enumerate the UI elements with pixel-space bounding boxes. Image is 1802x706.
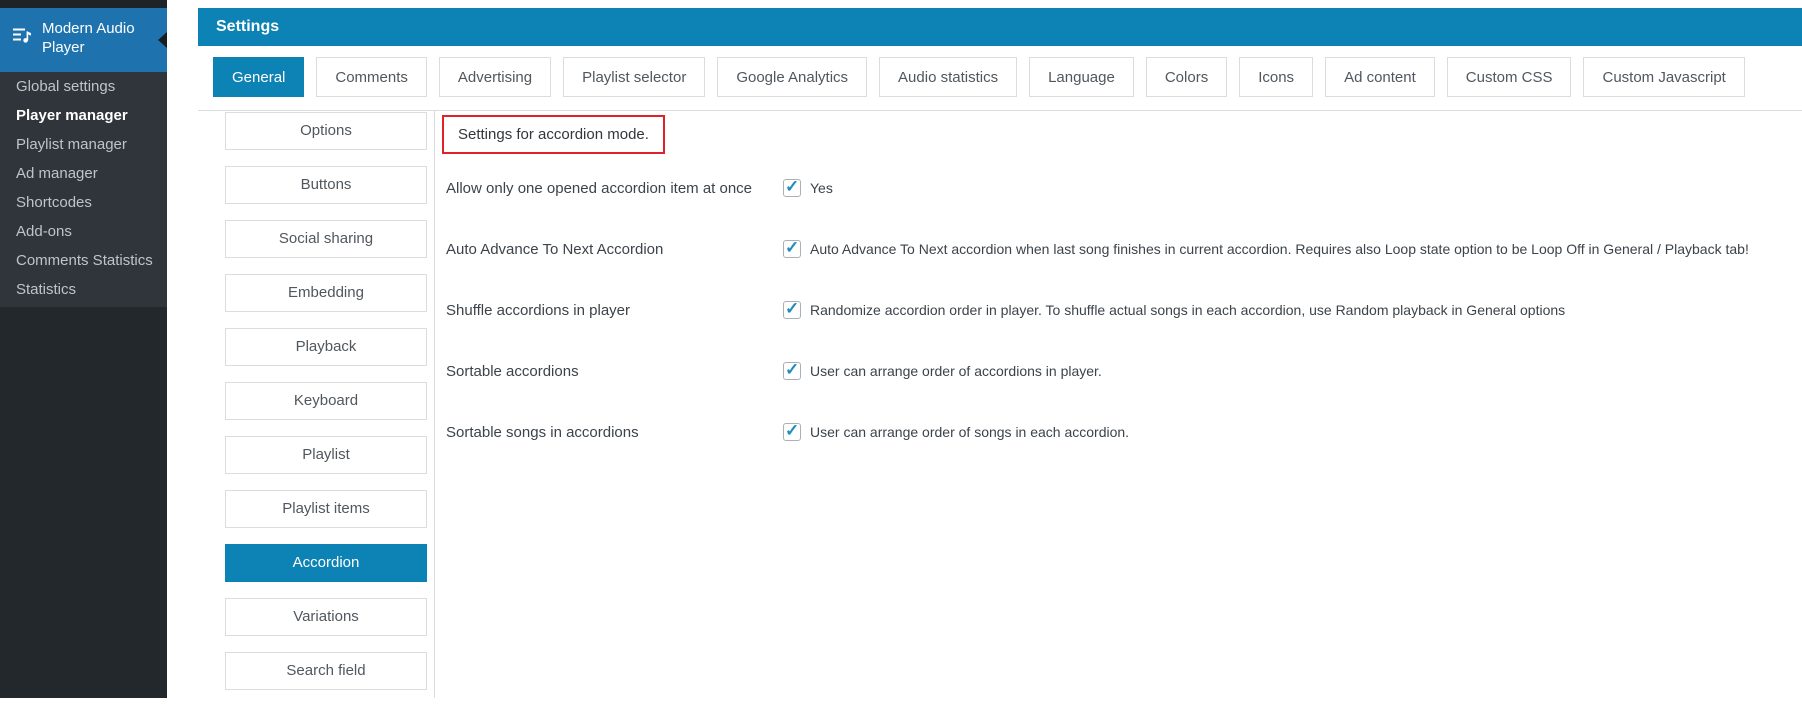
checkbox-checked-icon[interactable] bbox=[783, 238, 801, 258]
setting-row-auto-advance: Auto Advance To Next Accordion Auto Adva… bbox=[446, 238, 1792, 260]
current-menu-arrow-icon bbox=[158, 32, 167, 48]
subnav-divider bbox=[434, 111, 435, 698]
sidebar-item-comments-statistics[interactable]: Comments Statistics bbox=[0, 246, 167, 275]
checkbox-checked-icon[interactable] bbox=[783, 421, 801, 441]
checkbox-checked-icon[interactable] bbox=[783, 299, 801, 319]
setting-description: Yes bbox=[810, 180, 833, 196]
audio-playlist-icon bbox=[13, 28, 31, 43]
subnav-item-social-sharing[interactable]: Social sharing bbox=[225, 220, 427, 258]
settings-rows: Allow only one opened accordion item at … bbox=[446, 177, 1792, 482]
tab-comments[interactable]: Comments bbox=[316, 57, 427, 97]
subnav-item-options[interactable]: Options bbox=[225, 112, 427, 150]
setting-description: User can arrange order of songs in each … bbox=[810, 424, 1130, 440]
tab-playlist-selector[interactable]: Playlist selector bbox=[563, 57, 706, 97]
setting-row-sortable-accordions: Sortable accordions User can arrange ord… bbox=[446, 360, 1792, 382]
setting-description: Auto Advance To Next accordion when last… bbox=[810, 241, 1749, 257]
sidebar-item-shortcodes[interactable]: Shortcodes bbox=[0, 188, 167, 217]
tab-google-analytics[interactable]: Google Analytics bbox=[717, 57, 868, 97]
settings-subnav: Options Buttons Social sharing Embedding… bbox=[225, 112, 427, 706]
tab-general[interactable]: General bbox=[213, 57, 305, 97]
admin-sidebar: Modern Audio Player Global settings Play… bbox=[0, 0, 167, 698]
tab-colors[interactable]: Colors bbox=[1145, 57, 1228, 97]
setting-label: Sortable songs in accordions bbox=[446, 423, 639, 441]
sidebar-item-playlist-manager[interactable]: Playlist manager bbox=[0, 130, 167, 159]
sidebar-item-statistics[interactable]: Statistics bbox=[0, 275, 167, 304]
tab-icons[interactable]: Icons bbox=[1239, 57, 1314, 97]
setting-label: Shuffle accordions in player bbox=[446, 301, 630, 319]
tab-audio-statistics[interactable]: Audio statistics bbox=[879, 57, 1018, 97]
subnav-item-keyboard[interactable]: Keyboard bbox=[225, 382, 427, 420]
sidebar-item-add-ons[interactable]: Add-ons bbox=[0, 217, 167, 246]
setting-label: Allow only one opened accordion item at … bbox=[446, 179, 753, 197]
sidebar-menu: Global settings Player manager Playlist … bbox=[0, 72, 167, 304]
settings-tabs: General Comments Advertising Playlist se… bbox=[213, 57, 1757, 97]
tabs-divider bbox=[198, 110, 1802, 111]
setting-row-sortable-songs: Sortable songs in accordions User can ar… bbox=[446, 421, 1792, 443]
main-content: Settings General Comments Advertising Pl… bbox=[167, 0, 1802, 698]
plugin-title: Modern Audio Player bbox=[42, 20, 135, 56]
setting-description: Randomize accordion order in player. To … bbox=[810, 302, 1566, 318]
sidebar-item-modern-audio-player[interactable]: Modern Audio Player bbox=[0, 8, 167, 72]
tab-advertising[interactable]: Advertising bbox=[438, 57, 552, 97]
tab-ad-content[interactable]: Ad content bbox=[1325, 57, 1435, 97]
sidebar-item-player-manager[interactable]: Player manager bbox=[0, 101, 167, 130]
setting-label: Auto Advance To Next Accordion bbox=[446, 240, 664, 258]
accordion-mode-notice: Settings for accordion mode. bbox=[442, 115, 665, 154]
subnav-item-playback[interactable]: Playback bbox=[225, 328, 427, 366]
subnav-item-accordion[interactable]: Accordion bbox=[225, 544, 427, 582]
setting-row-allow-one-open: Allow only one opened accordion item at … bbox=[446, 177, 1792, 199]
tab-custom-css[interactable]: Custom CSS bbox=[1446, 57, 1572, 97]
tab-language[interactable]: Language bbox=[1029, 57, 1134, 97]
subnav-item-playlist-items[interactable]: Playlist items bbox=[225, 490, 427, 528]
sidebar-item-ad-manager[interactable]: Ad manager bbox=[0, 159, 167, 188]
tab-custom-javascript[interactable]: Custom Javascript bbox=[1583, 57, 1745, 97]
sidebar-item-global-settings[interactable]: Global settings bbox=[0, 72, 167, 101]
subnav-item-buttons[interactable]: Buttons bbox=[225, 166, 427, 204]
setting-label: Sortable accordions bbox=[446, 362, 579, 380]
checkbox-checked-icon[interactable] bbox=[783, 177, 801, 197]
admin-topbar-sliver bbox=[0, 0, 167, 8]
setting-description: User can arrange order of accordions in … bbox=[810, 363, 1102, 379]
subnav-item-embedding[interactable]: Embedding bbox=[225, 274, 427, 312]
setting-row-shuffle-accordions: Shuffle accordions in player Randomize a… bbox=[446, 299, 1792, 321]
subnav-item-variations[interactable]: Variations bbox=[225, 598, 427, 636]
page-title: Settings bbox=[198, 8, 1802, 46]
subnav-item-playlist[interactable]: Playlist bbox=[225, 436, 427, 474]
subnav-item-search-field[interactable]: Search field bbox=[225, 652, 427, 690]
checkbox-checked-icon[interactable] bbox=[783, 360, 801, 380]
